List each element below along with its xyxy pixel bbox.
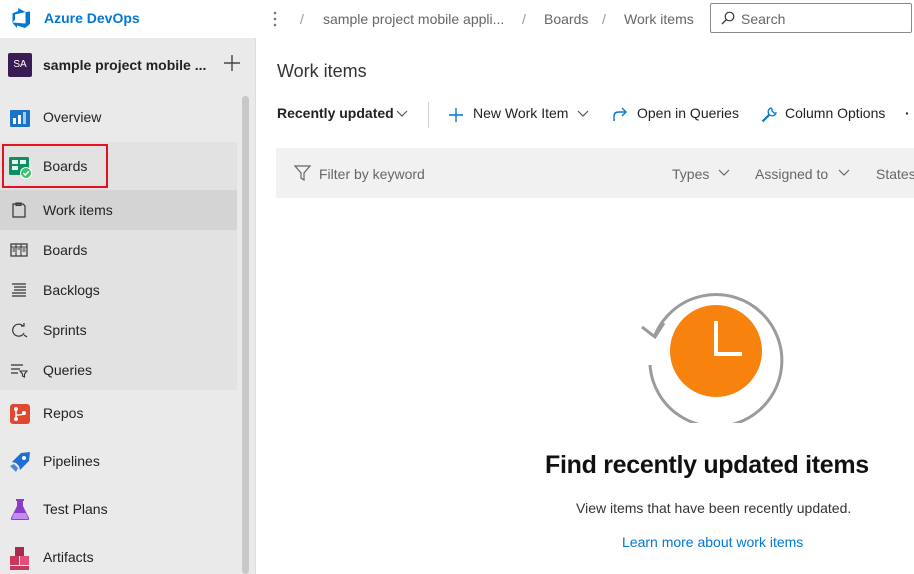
recently-updated-dropdown[interactable]: Recently updated: [277, 105, 394, 121]
search-input[interactable]: [741, 9, 901, 29]
chevron-down-icon[interactable]: [718, 169, 730, 177]
sidebar-subitem-sprints[interactable]: Sprints: [0, 310, 237, 350]
brand-header[interactable]: Azure DevOps: [0, 0, 256, 38]
breadcrumb-separator: /: [522, 11, 526, 27]
learn-more-link[interactable]: Learn more about work items: [622, 534, 803, 550]
sidebar-item-repos[interactable]: Repos: [0, 392, 237, 436]
sidebar-item-label: Test Plans: [43, 501, 108, 517]
sidebar-item-label: Overview: [43, 109, 102, 125]
breadcrumb-work-items[interactable]: Work items: [624, 11, 694, 27]
more-vertical-icon[interactable]: [272, 10, 278, 28]
project-avatar: SA: [8, 53, 32, 77]
plus-icon[interactable]: [447, 106, 465, 124]
chevron-down-icon[interactable]: [577, 110, 589, 118]
test-plans-icon: [10, 499, 30, 520]
breadcrumb-project[interactable]: sample project mobile appli...: [323, 11, 504, 27]
search-icon: [721, 11, 735, 25]
open-in-queries-button[interactable]: Open in Queries: [637, 105, 739, 121]
sidebar-scrollbar[interactable]: [242, 96, 249, 574]
query-icon: [11, 364, 28, 378]
assigned-to-filter[interactable]: Assigned to: [755, 166, 828, 182]
sidebar-subitem-label: Sprints: [43, 322, 87, 338]
overview-icon: [10, 110, 30, 127]
breadcrumb-separator: /: [602, 11, 606, 27]
sidebar-subitem-queries[interactable]: Queries: [0, 350, 237, 390]
open-in-queries-icon[interactable]: [611, 106, 629, 124]
filter-bar: Filter by keyword Types Assigned to Stat…: [276, 148, 914, 198]
empty-state-title: Find recently updated items: [545, 451, 869, 479]
toolbar: Recently updated New Work Item Open in Q…: [277, 100, 914, 130]
column-options-button[interactable]: Column Options: [785, 105, 885, 121]
page-title: Work items: [277, 61, 367, 81]
toolbar-divider: [428, 102, 429, 128]
sidebar-subitem-backlogs[interactable]: Backlogs: [0, 270, 237, 310]
more-actions-button[interactable]: ·: [905, 105, 910, 121]
sidebar-item-pipelines[interactable]: Pipelines: [0, 440, 237, 484]
brand-name: Azure DevOps: [44, 10, 140, 26]
work-items-icon: [12, 202, 26, 218]
types-filter[interactable]: Types: [672, 166, 709, 182]
sidebar-subitem-work-items[interactable]: Work items: [0, 190, 237, 230]
sidebar-item-label: Artifacts: [43, 549, 94, 565]
pipelines-icon: [10, 452, 30, 472]
chevron-down-icon[interactable]: [838, 169, 850, 177]
artifacts-icon: [10, 547, 29, 570]
sidebar-subitem-label: Backlogs: [43, 282, 100, 298]
wrench-icon[interactable]: [760, 106, 778, 124]
project-name: sample project mobile ...: [43, 57, 207, 73]
sidebar: Azure DevOps SA sample project mobile ..…: [0, 0, 256, 574]
breadcrumb-separator: /: [300, 11, 304, 27]
filter-icon: [294, 165, 311, 181]
backlog-icon: [12, 283, 26, 297]
sidebar-subitem-label: Work items: [43, 202, 113, 218]
sidebar-subitem-label: Boards: [43, 242, 88, 258]
sidebar-subitem-boards[interactable]: Boards: [0, 230, 237, 270]
chevron-down-icon[interactable]: [396, 110, 408, 118]
new-work-item-button[interactable]: New Work Item: [473, 105, 568, 121]
sidebar-item-label: Repos: [43, 405, 84, 421]
sidebar-item-artifacts[interactable]: Artifacts: [0, 536, 237, 574]
highlight-box: [2, 144, 108, 188]
project-selector[interactable]: SA sample project mobile ...: [0, 40, 256, 88]
top-bar: / sample project mobile appli... / Board…: [256, 0, 914, 38]
sidebar-item-overview[interactable]: Overview: [0, 96, 237, 140]
recent-clock-icon: [641, 293, 784, 423]
board-grid-icon: [10, 243, 28, 257]
plus-icon[interactable]: [220, 51, 244, 75]
states-filter[interactable]: States: [876, 166, 914, 182]
sidebar-item-test-plans[interactable]: Test Plans: [0, 488, 237, 532]
sidebar-item-label: Pipelines: [43, 453, 100, 469]
sidebar-subitem-label: Queries: [43, 362, 93, 378]
filter-keyword-input[interactable]: Filter by keyword: [319, 166, 425, 182]
breadcrumb-boards[interactable]: Boards: [544, 11, 588, 27]
search-box[interactable]: [710, 3, 912, 33]
sprint-icon: [12, 323, 28, 338]
repos-icon: [10, 404, 30, 424]
azure-devops-logo-icon: [12, 8, 30, 28]
empty-state-description: View items that have been recently updat…: [576, 500, 852, 516]
